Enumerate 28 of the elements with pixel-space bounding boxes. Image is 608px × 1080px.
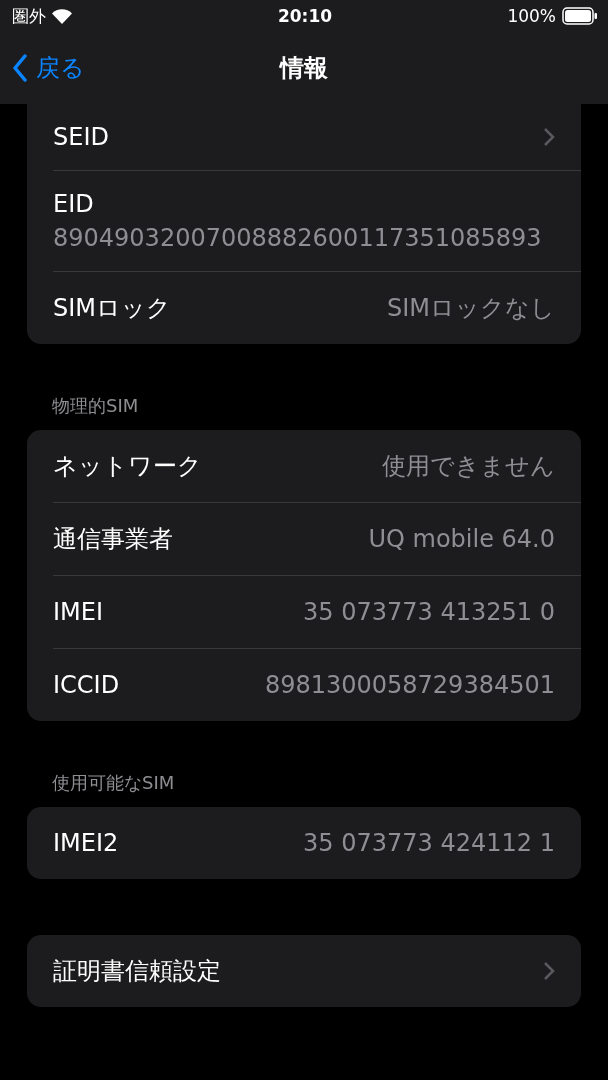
section-header: 物理的SIM — [51, 394, 140, 418]
row-value: 8981300058729384501 — [264, 671, 555, 699]
settings-row[interactable]: SEID — [27, 104, 581, 170]
row-label: EID — [53, 190, 95, 218]
row-label: IMEI2 — [53, 829, 119, 857]
row-label: 通信事業者 — [53, 524, 173, 555]
battery-icon — [562, 7, 598, 25]
back-chevron-icon — [12, 54, 28, 82]
row-value: UQ mobile 64.0 — [368, 525, 555, 553]
row-value: SIMロックなし — [386, 293, 555, 324]
section-header: 使用可能なSIM — [51, 771, 176, 795]
chevron-icon — [543, 961, 555, 981]
row-label: IMEI — [53, 598, 104, 626]
carrier-text: 圏外 — [12, 4, 46, 28]
row-label: SIMロック — [53, 293, 172, 324]
back-button[interactable]: 戻る — [12, 52, 85, 84]
chevron-icon — [543, 127, 555, 147]
row-label: ICCID — [53, 671, 120, 699]
row-label: ネットワーク — [53, 451, 202, 482]
battery-percent: 100% — [507, 6, 556, 26]
row-value: 35 073773 413251 0 — [303, 598, 555, 626]
status-time: 20:10 — [277, 6, 333, 26]
row-value: 使用できません — [382, 451, 555, 482]
row-value: 35 073773 424112 1 — [303, 829, 555, 857]
row-value: 89049032007008882600117351085893 — [53, 224, 542, 252]
page-title: 情報 — [280, 53, 328, 84]
settings-row[interactable]: 証明書信頼設定 — [27, 935, 581, 1007]
wifi-icon — [52, 8, 72, 24]
